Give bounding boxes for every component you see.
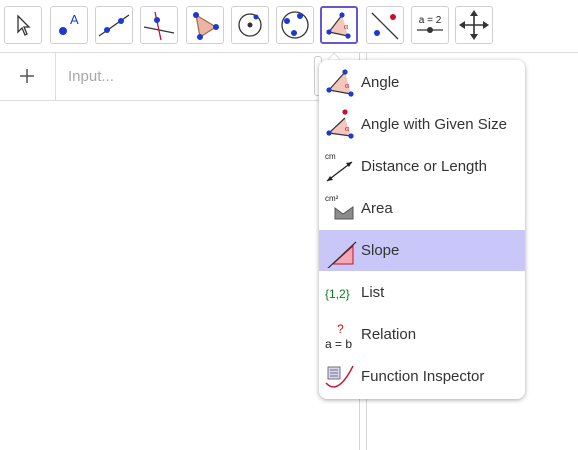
point-tool-button[interactable]: A (50, 6, 88, 44)
toolbar: A α a = 2 (0, 0, 578, 53)
menu-item-label: Angle (361, 74, 400, 91)
menu-pointer-arrow (328, 52, 340, 60)
menu-item-label: Slope (361, 242, 400, 259)
list-icon: {1,2} (325, 287, 350, 301)
list-icon-text: {1,2} (325, 287, 350, 301)
polygon-icon (193, 12, 219, 40)
menu-item-label: Angle with Given Size (361, 116, 507, 133)
menu-item-distance[interactable]: cm Distance or Length (319, 146, 525, 187)
menu-item-function-inspector[interactable]: Function Inspector (319, 356, 525, 397)
cursor-arrow-icon (17, 14, 31, 36)
area-icon: cm² (325, 194, 354, 220)
move-graphics-view-tool-button[interactable] (455, 6, 493, 44)
slider-icon: a = 2 (417, 15, 443, 33)
menu-item-label: Area (361, 200, 393, 217)
relation-icon-text: a = b (325, 337, 352, 351)
line-tool-button[interactable] (95, 6, 133, 44)
algebra-view: Input... (0, 52, 360, 450)
slope-icon (327, 241, 357, 268)
menu-item-label: Function Inspector (361, 368, 485, 385)
angle-tools-menu: α Angle α Angle with Given Size cm Dista… (319, 60, 525, 399)
reflect-icon (371, 12, 399, 40)
menu-item-relation[interactable]: ? a = b Relation (319, 314, 525, 355)
relation-icon: ? a = b (325, 322, 352, 351)
add-item-button[interactable] (0, 52, 55, 100)
menu-item-angle-given-size[interactable]: α Angle with Given Size (319, 104, 525, 145)
perpendicular-line-icon (143, 11, 175, 41)
menu-item-angle[interactable]: α Angle (319, 62, 525, 103)
menu-item-label: Distance or Length (361, 158, 487, 175)
menu-item-list[interactable]: {1,2} List (319, 272, 525, 313)
input-divider (55, 52, 56, 100)
angle-tool-button[interactable]: α (320, 6, 358, 44)
menu-item-area[interactable]: cm² Area (319, 188, 525, 229)
plus-icon (20, 69, 34, 83)
polygon-tool-button[interactable] (186, 6, 224, 44)
function-inspector-icon (325, 365, 354, 388)
move-tool-button[interactable] (4, 6, 42, 44)
move-arrows-icon (459, 10, 489, 40)
menu-item-label: Relation (361, 326, 417, 343)
area-icon-text: cm² (325, 194, 339, 203)
relation-question-text: ? (337, 322, 344, 336)
line-icon (98, 14, 130, 37)
angle-icon: α (326, 12, 351, 39)
angle-icon: α (326, 69, 354, 97)
point-label-text: A (70, 12, 79, 27)
angle-given-size-icon: α (326, 109, 354, 139)
svg-text:α: α (344, 22, 349, 31)
menu-item-slope[interactable]: Slope (319, 230, 525, 271)
menu-item-label: List (361, 284, 385, 301)
distance-icon-text: cm (325, 152, 336, 161)
slider-tool-button[interactable]: a = 2 (411, 6, 449, 44)
reflect-tool-button[interactable] (366, 6, 404, 44)
circle-center-icon (238, 13, 262, 37)
algebra-input-row: Input... (0, 52, 360, 101)
slider-label-text: a = 2 (419, 15, 442, 26)
perpendicular-tool-button[interactable] (140, 6, 178, 44)
circle-three-points-icon (281, 11, 309, 39)
point-icon: A (59, 12, 79, 35)
circle-center-tool-button[interactable] (231, 6, 269, 44)
distance-icon: cm (325, 152, 353, 182)
algebra-input-field[interactable]: Input... (68, 68, 114, 85)
circle-three-points-tool-button[interactable] (276, 6, 314, 44)
